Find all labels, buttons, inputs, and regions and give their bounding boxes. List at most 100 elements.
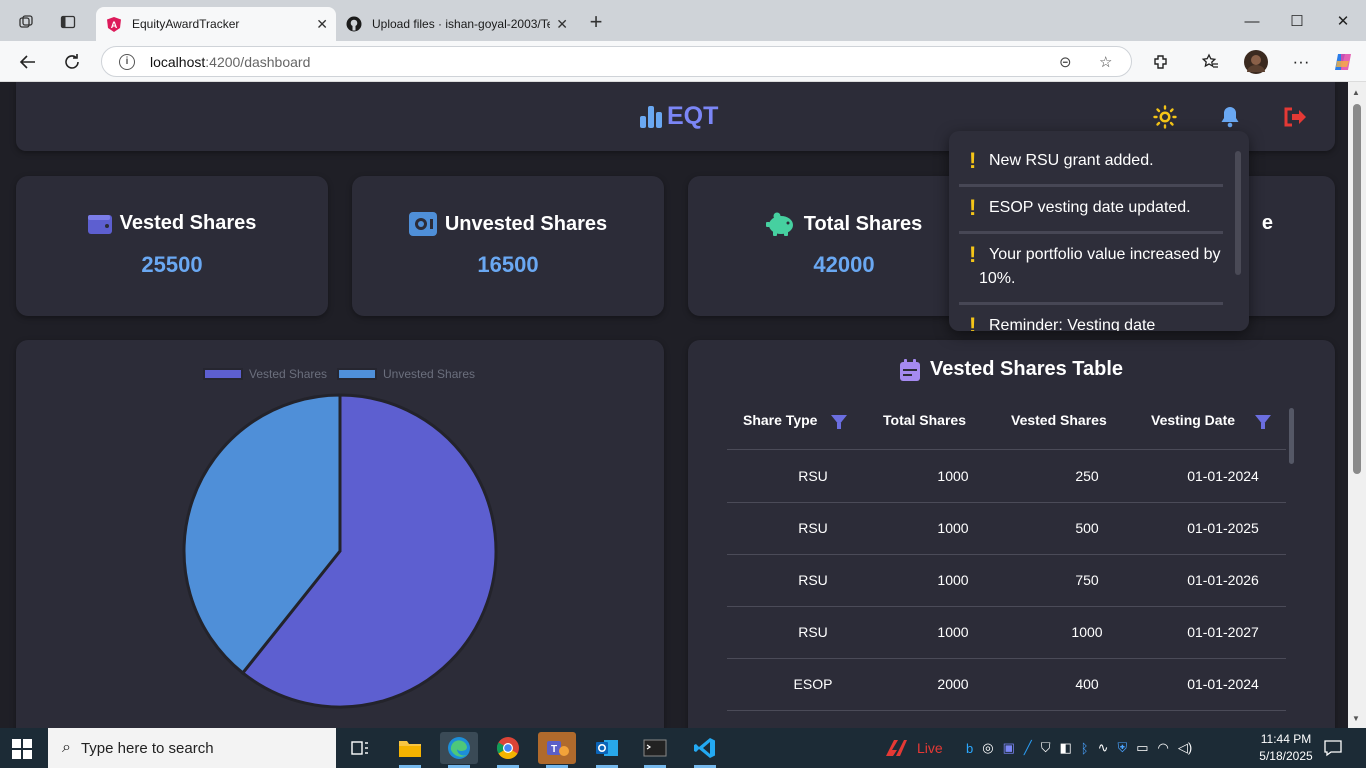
table-row[interactable]: ESOP 2000 400 01-01-2024 [727, 659, 1286, 711]
live-widget[interactable]: Live [884, 728, 943, 768]
teams-icon[interactable]: T [538, 732, 576, 768]
table-cell: 250 [1075, 468, 1099, 484]
refresh-icon[interactable] [59, 49, 85, 75]
notifications-scrollbar[interactable] [1235, 151, 1241, 275]
favorites-icon[interactable] [1197, 49, 1223, 75]
filter-icon[interactable] [831, 415, 848, 429]
volume-icon[interactable]: ◁) [1178, 740, 1192, 756]
site-info-icon[interactable]: i [119, 53, 135, 70]
tab-actions-icon[interactable] [55, 9, 81, 35]
workspaces-icon[interactable] [13, 9, 39, 35]
page-scrollbar[interactable]: ▲ ▼ [1348, 82, 1366, 728]
table-row[interactable]: RSU 1000 750 01-01-2026 [727, 555, 1286, 607]
app-logo[interactable]: EQT [640, 102, 718, 131]
column-header-share-type[interactable]: Share Type [743, 412, 848, 429]
back-icon[interactable] [15, 49, 41, 75]
pie-chart [182, 393, 498, 709]
bluetooth-icon[interactable]: ᛒ [1081, 741, 1089, 756]
search-placeholder: Type here to search [80, 739, 214, 757]
clock-date: 5/18/2025 [1259, 749, 1313, 763]
address-bar[interactable]: i localhost:4200/dashboard ⊝ ☆ [101, 46, 1132, 77]
reader-mode-icon[interactable]: ⊝ [1059, 53, 1072, 71]
table-row[interactable]: RSU 1000 500 01-01-2025 [727, 503, 1286, 555]
table-cell: 2000 [937, 676, 969, 692]
teams-tray-icon[interactable]: ▣ [1003, 740, 1015, 756]
tray-app-icon[interactable]: ◎ [982, 740, 993, 756]
table-cell: RSU [798, 572, 828, 588]
table-cell: 750 [1075, 572, 1099, 588]
minimize-icon[interactable]: — [1237, 10, 1267, 32]
table-row[interactable]: RSU 1000 1000 01-01-2027 [727, 607, 1286, 659]
table-cell: 01-01-2024 [1187, 468, 1259, 484]
url-path: :4200/dashboard [205, 53, 311, 70]
live-label: Live [917, 740, 943, 756]
tab-equity-award-tracker[interactable]: A EquityAwardTracker ✕ [96, 7, 336, 41]
tray-app-icon[interactable]: ∿ [1098, 740, 1109, 756]
stat-label: Vested Shares [119, 212, 257, 234]
profile-avatar[interactable] [1243, 49, 1269, 75]
copilot-icon[interactable] [1330, 49, 1356, 75]
windows-start-icon[interactable] [12, 739, 32, 759]
table-row[interactable]: RSU 1000 250 01-01-2024 [727, 451, 1286, 503]
scroll-down-icon[interactable]: ▼ [1352, 714, 1360, 723]
angular-icon: A [106, 16, 122, 32]
more-menu-icon[interactable]: ··· [1288, 49, 1314, 75]
chrome-icon[interactable] [489, 732, 527, 768]
tray-app-icon[interactable]: ◧ [1059, 740, 1071, 756]
notifications-dropdown: ! New RSU grant added. ! ESOP vesting da… [949, 131, 1249, 331]
notification-item[interactable]: ! ESOP vesting date updated. [959, 196, 1223, 220]
bing-icon[interactable]: b [966, 741, 973, 756]
close-tab-icon[interactable]: ✕ [556, 16, 568, 33]
notification-bell-icon[interactable] [1217, 104, 1243, 130]
terminal-icon[interactable] [636, 732, 674, 768]
battery-icon[interactable]: ▭ [1136, 740, 1148, 756]
stat-value: 25500 [141, 252, 203, 277]
table-cell: 1000 [937, 572, 969, 588]
close-window-icon[interactable]: ✕ [1328, 10, 1358, 32]
security-icon[interactable]: ⛉ [1041, 740, 1051, 756]
file-explorer-icon[interactable] [391, 732, 429, 768]
notification-item[interactable]: ! New RSU grant added. [959, 149, 1223, 173]
scroll-up-icon[interactable]: ▲ [1352, 88, 1360, 97]
edge-icon[interactable] [440, 732, 478, 768]
clock-time: 11:44 PM [1260, 732, 1312, 746]
task-view-icon[interactable] [341, 732, 379, 764]
table-cell: 01-01-2025 [1187, 520, 1259, 536]
taskbar-clock[interactable]: 11:44 PM 5/18/2025 [1254, 731, 1318, 765]
pie-chart-card: Vested Shares Unvested Shares [16, 340, 664, 728]
taskbar-search[interactable]: ⌕ Type here to search [48, 728, 336, 768]
table-cell: 1000 [937, 520, 969, 536]
column-header-vesting-date[interactable]: Vesting Date [1151, 412, 1272, 429]
maximize-icon[interactable]: ☐ [1282, 10, 1312, 32]
warning-exclamation-icon: ! [969, 195, 977, 220]
live-logo-icon [886, 740, 907, 756]
stat-label: e [1261, 212, 1273, 234]
extensions-icon[interactable] [1148, 49, 1174, 75]
filter-icon[interactable] [1255, 415, 1272, 429]
notification-item[interactable]: ! Reminder: Vesting date [959, 314, 1223, 332]
favorite-star-icon[interactable]: ☆ [1099, 53, 1112, 71]
column-header-vested-shares[interactable]: Vested Shares [1011, 412, 1107, 428]
table-cell: 01-01-2024 [1187, 676, 1259, 692]
outlook-icon[interactable] [588, 732, 626, 768]
pen-icon[interactable]: ╱ [1024, 740, 1032, 756]
vscode-icon[interactable] [686, 732, 724, 768]
calendar-icon [899, 358, 920, 381]
theme-toggle-sun-icon[interactable] [1152, 104, 1178, 130]
close-tab-icon[interactable]: ✕ [316, 16, 328, 33]
wifi-icon[interactable]: ◠ [1158, 740, 1169, 756]
column-header-total-shares[interactable]: Total Shares [883, 412, 966, 428]
notification-center-icon[interactable] [1324, 728, 1342, 768]
stat-card-unvested: Unvested Shares 16500 [352, 176, 664, 316]
logout-icon[interactable] [1282, 104, 1308, 130]
notification-item[interactable]: ! Your portfolio value increased by 10%. [959, 243, 1223, 291]
table-scrollbar[interactable] [1289, 400, 1295, 690]
table-cell: RSU [798, 520, 828, 536]
bar-chart-logo-icon [640, 105, 662, 128]
tab-title: EquityAwardTracker [132, 17, 240, 31]
defender-icon[interactable]: ⛨ [1117, 740, 1127, 756]
scrollbar-thumb[interactable] [1353, 104, 1361, 474]
safe-icon [408, 212, 437, 236]
tab-upload-files[interactable]: Upload files · ishan-goyal-2003/Te ✕ [336, 7, 576, 41]
new-tab-icon[interactable]: + [583, 9, 609, 35]
